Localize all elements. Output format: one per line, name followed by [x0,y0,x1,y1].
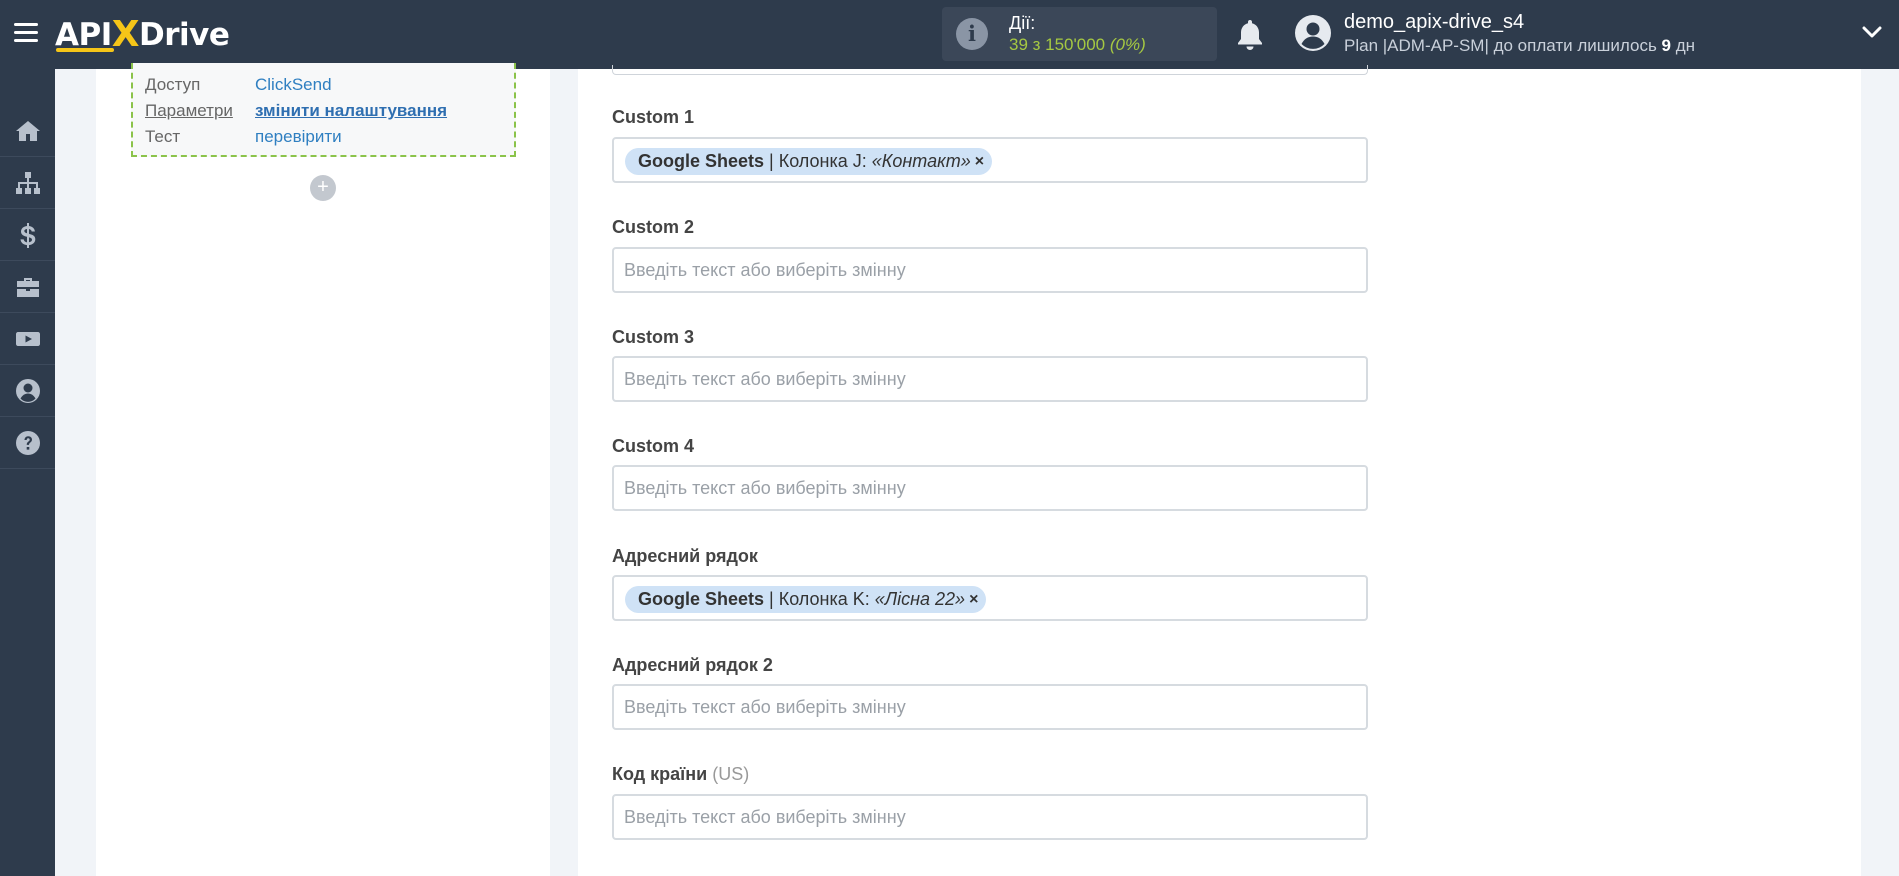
nav-home[interactable] [0,105,55,157]
custom4-placeholder: Введіть текст або виберіть змінну [624,478,906,498]
logo-drive: Drive [139,17,230,53]
plan-info: Plan |ADM-AP-SM| до оплати лишилось 9 дн [1344,36,1695,56]
bell-icon[interactable] [1236,18,1264,50]
home-icon [15,120,40,141]
logo-x: X [111,14,140,55]
plan-suffix: дн [1671,36,1696,55]
country-code-input[interactable]: Введіть текст або виберіть змінну [612,794,1368,840]
nav-services[interactable] [0,261,55,313]
access-link[interactable]: ClickSend [255,75,332,95]
nav-video[interactable] [0,313,55,365]
country-code-placeholder: Введіть текст або виберіть змінну [624,807,906,827]
custom3-placeholder: Введіть текст або виберіть змінну [624,369,906,389]
custom3-input[interactable]: Введіть текст або виберіть змінну [612,356,1368,402]
country-code-label-text: Код країни [612,764,708,784]
help-icon [15,430,40,455]
actions-counter[interactable]: i Дії: 39 з 150'000 (0%) [942,7,1217,61]
custom4-label: Custom 4 [612,436,695,456]
connection-box: Доступ ClickSend Параметри змінити налаш… [131,63,516,157]
sitemap-icon [15,171,40,194]
nav-help[interactable] [0,417,55,469]
tag-column: | Колонка K: [764,589,875,609]
briefcase-icon [16,277,39,297]
logo-underline [56,48,114,52]
custom2-input[interactable]: Введіть текст або виберіть змінну [612,247,1368,293]
address-line-label: Адресний рядок [612,546,758,566]
plan-days: 9 [1661,36,1672,55]
address-line2-label: Адресний рядок 2 [612,655,773,675]
custom1-label: Custom 1 [612,107,695,127]
dollar-icon [20,222,35,248]
custom4-input[interactable]: Введіть текст або виберіть змінну [612,465,1368,511]
settings-form: Custom 1 Google Sheets | Колонка J: «Кон… [578,65,1861,876]
remove-tag-icon[interactable]: × [969,586,978,613]
custom1-input[interactable]: Google Sheets | Колонка J: «Контакт» × [612,137,1368,183]
country-code-hint: (US) [712,764,750,784]
custom2-label: Custom 2 [612,217,695,237]
custom2-placeholder: Введіть текст або виберіть змінну [624,260,906,280]
access-label: Доступ [145,75,201,94]
country-code-label: Код країни (US) [612,764,749,785]
actions-value: 39 з 150'000 (0%) [1009,35,1146,55]
nav-billing[interactable] [0,209,55,261]
avatar[interactable] [1295,15,1331,51]
nav-connections[interactable] [0,157,55,209]
side-nav [0,69,55,876]
test-label: Тест [145,127,181,146]
params-label: Параметри [145,101,233,120]
connection-panel: Доступ ClickSend Параметри змінити налаш… [96,63,550,876]
actions-title: Дії: [1009,13,1036,33]
remove-tag-icon[interactable]: × [975,148,984,175]
tag-column: | Колонка J: [764,151,872,171]
add-step-button[interactable]: + [310,175,336,201]
address-line2-placeholder: Введіть текст або виберіть змінну [624,697,906,717]
nav-profile[interactable] [0,365,55,417]
actions-count: 39 з 150'000 [1009,35,1106,54]
address-line-input[interactable]: Google Sheets | Колонка K: «Лісна 22» × [612,575,1368,621]
previous-field-input[interactable] [612,65,1368,75]
tag-source: Google Sheets [638,589,765,609]
youtube-icon [15,331,40,346]
variable-tag: Google Sheets | Колонка J: «Контакт» × [625,148,993,175]
change-settings-link[interactable]: змінити налаштування [255,101,447,121]
test-link[interactable]: перевірити [255,127,342,147]
address-line2-input[interactable]: Введіть текст або виберіть змінну [612,684,1368,730]
tag-value: «Контакт» [871,151,971,171]
actions-percent: (0%) [1109,35,1146,54]
username[interactable]: demo_apix-drive_s4 [1344,11,1524,34]
top-bar: APIXDrive i Дії: 39 з 150'000 (0%) demo_… [0,0,1899,69]
info-icon: i [956,18,988,50]
menu-icon[interactable] [14,23,38,43]
custom3-label: Custom 3 [612,327,695,347]
variable-tag: Google Sheets | Колонка K: «Лісна 22» × [625,586,987,613]
tag-source: Google Sheets [638,151,765,171]
chevron-down-icon[interactable] [1862,25,1882,39]
plan-text: Plan |ADM-AP-SM| до оплати лишилось [1344,36,1662,55]
tag-value: «Лісна 22» [874,589,966,609]
user-icon [15,378,40,403]
